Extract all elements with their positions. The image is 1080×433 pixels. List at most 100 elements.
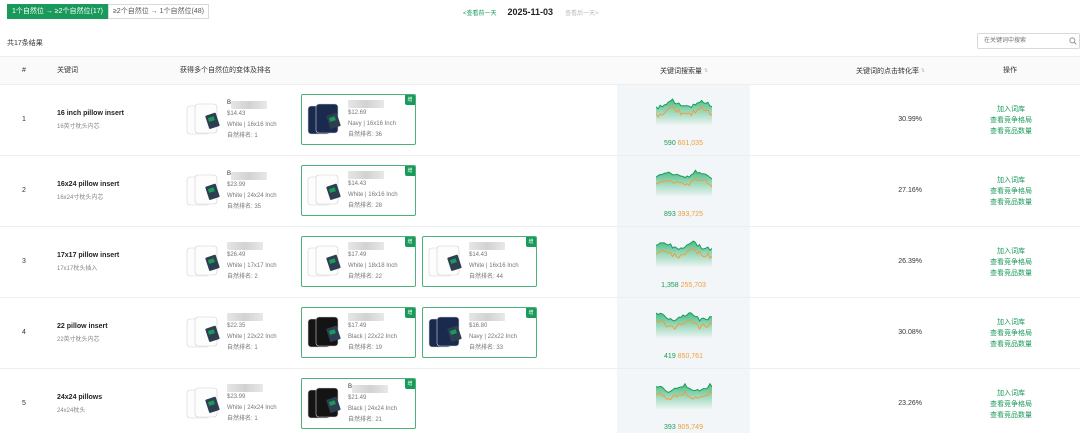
variant-card[interactable]: 增 $14.43 White | 16x16 Inch 自然排名: 28: [301, 165, 416, 216]
variant-spec: White | 16x16 Inch: [348, 192, 398, 198]
variant-name[interactable]: [348, 98, 396, 108]
variant-rank: 自然排名: 2: [227, 274, 258, 280]
volume-area: [656, 312, 712, 339]
product-thumbnail[interactable]: [185, 244, 225, 281]
variant-card[interactable]: 增 $17.49 Black | 22x22 Inch 自然排名: 19: [301, 307, 416, 358]
variant-name[interactable]: [469, 311, 517, 321]
product-thumbnail[interactable]: [306, 386, 346, 423]
blurred-product-name: [227, 242, 263, 250]
variant-spec: White | 16x16 Inch: [227, 122, 277, 128]
sort-icon[interactable]: ⇅: [704, 57, 708, 85]
variant-name[interactable]: [348, 240, 398, 250]
variant-name[interactable]: B: [227, 169, 277, 180]
keyword-cell: 16x24 pillow insert 16x24寸枕头内芯: [57, 181, 119, 201]
product-thumbnail[interactable]: [185, 102, 225, 139]
variant-card[interactable]: $26.49 White | 17x17 Inch 自然排名: 2: [180, 236, 295, 287]
variant-rank: 自然排名: 44: [469, 274, 504, 280]
variant-card[interactable]: B $23.99 White | 24x24 Inch 自然排名: 35: [180, 165, 295, 216]
blurred-product-name: [231, 100, 268, 109]
next-day-link[interactable]: 查看后一天>: [565, 8, 599, 17]
ctr-value: 23.26%: [898, 400, 922, 407]
product-thumbnail[interactable]: [427, 244, 467, 281]
variant-name[interactable]: [227, 240, 277, 250]
header-ctr[interactable]: 关键词的点击转化率 ⇅: [856, 57, 925, 85]
tab-many-to-one[interactable]: ≥2个自然位 → 1个自然位(48): [107, 4, 209, 19]
variant-name[interactable]: [469, 240, 519, 250]
variant-name[interactable]: B: [227, 98, 277, 109]
blurred-product-name: [469, 242, 505, 250]
header-search-volume[interactable]: 关键词搜索量 ⇅: [660, 57, 708, 85]
view-competition-link[interactable]: 查看竞争格局: [960, 399, 1062, 410]
search-volume-sparkline: [656, 98, 712, 126]
tab-one-to-many[interactable]: 1个自然位 → ≥2个自然位(17): [7, 4, 108, 19]
increase-badge: 增: [405, 379, 415, 389]
header-keyword: 关键词: [57, 67, 78, 74]
view-competitor-count-link[interactable]: 查看竞品数量: [960, 197, 1062, 208]
variant-price: $14.43: [227, 111, 246, 117]
row-index: 2: [22, 187, 26, 194]
variant-info: $26.49 White | 17x17 Inch 自然排名: 2: [227, 240, 277, 283]
variant-name[interactable]: [348, 169, 398, 179]
sort-icon[interactable]: ⇅: [921, 57, 925, 85]
row-actions: 加入词库 查看竞争格局 查看竞品数量: [960, 175, 1062, 208]
product-thumbnail[interactable]: [427, 315, 467, 352]
add-to-library-link[interactable]: 加入词库: [960, 317, 1062, 328]
view-competition-link[interactable]: 查看竞争格局: [960, 328, 1062, 339]
variant-name[interactable]: [227, 382, 277, 392]
view-competitor-count-link[interactable]: 查看竞品数量: [960, 268, 1062, 279]
blurred-product-name: [231, 171, 268, 180]
search-volume-sparkline: [656, 312, 712, 339]
view-competition-link[interactable]: 查看竞争格局: [960, 186, 1062, 197]
search-icon[interactable]: [1069, 37, 1077, 45]
variant-info: $17.49 White | 18x18 Inch 自然排名: 22: [348, 240, 398, 283]
ctr-value: 27.16%: [898, 187, 922, 194]
product-thumbnail[interactable]: [306, 244, 346, 281]
search-volume-values: 393 905,749: [617, 424, 750, 431]
current-date: 2025-11-03: [507, 7, 554, 17]
table-body: 1 16 inch pillow insert 16英寸枕头内芯 B $14.43…: [0, 85, 1080, 433]
product-thumbnail[interactable]: [306, 102, 346, 139]
variant-card[interactable]: B $14.43 White | 16x16 Inch 自然排名: 1: [180, 94, 295, 145]
variant-card[interactable]: 增 $17.49 White | 18x18 Inch 自然排名: 22: [301, 236, 416, 287]
variant-card[interactable]: $23.99 White | 24x24 Inch 自然排名: 1: [180, 378, 295, 429]
variant-rank: 自然排名: 36: [348, 132, 383, 138]
keyword-text: 17x17 pillow insert: [57, 252, 120, 259]
header-variants: 获得多个自然位的变体及排名: [180, 67, 271, 74]
view-competition-link[interactable]: 查看竞争格局: [960, 115, 1062, 126]
row-index: 5: [22, 400, 26, 407]
product-thumbnail[interactable]: [306, 315, 346, 352]
add-to-library-link[interactable]: 加入词库: [960, 246, 1062, 257]
variant-spec: White | 24x24 Inch: [227, 193, 277, 199]
increase-badge: 增: [405, 166, 415, 176]
add-to-library-link[interactable]: 加入词库: [960, 175, 1062, 186]
variant-price: $17.49: [348, 252, 367, 258]
variant-name[interactable]: B: [348, 382, 397, 393]
variant-card[interactable]: $22.35 White | 22x22 Inch 自然排名: 1: [180, 307, 295, 358]
variant-name[interactable]: [227, 311, 277, 321]
view-competition-link[interactable]: 查看竞争格局: [960, 257, 1062, 268]
product-thumbnail[interactable]: [185, 315, 225, 352]
product-thumbnail[interactable]: [185, 386, 225, 423]
add-to-library-link[interactable]: 加入词库: [960, 388, 1062, 399]
keyword-translation: 24x24枕头: [57, 408, 86, 414]
product-thumbnail[interactable]: [185, 173, 225, 210]
keyword-search-input[interactable]: [977, 33, 1080, 49]
keyword-cell: 16 inch pillow insert 16英寸枕头内芯: [57, 110, 124, 130]
variant-rank: 自然排名: 35: [227, 204, 262, 210]
variant-name[interactable]: [348, 311, 397, 321]
product-thumbnail[interactable]: [306, 173, 346, 210]
prev-day-link[interactable]: <查看前一天: [463, 8, 497, 17]
variant-card[interactable]: 增 $14.43 White | 16x16 Inch 自然排名: 44: [422, 236, 537, 287]
blurred-product-name: [348, 313, 384, 321]
header-ops: 操作: [1003, 67, 1017, 74]
row-index: 4: [22, 329, 26, 336]
variant-card[interactable]: 增 $12.69 Navy | 16x16 Inch 自然排名: 36: [301, 94, 416, 145]
view-competitor-count-link[interactable]: 查看竞品数量: [960, 410, 1062, 421]
view-competitor-count-link[interactable]: 查看竞品数量: [960, 126, 1062, 137]
view-competitor-count-link[interactable]: 查看竞品数量: [960, 339, 1062, 350]
variant-card[interactable]: 增 $16.80 Navy | 22x22 Inch 自然排名: 33: [422, 307, 537, 358]
variant-spec: White | 16x16 Inch: [469, 263, 519, 269]
add-to-library-link[interactable]: 加入词库: [960, 104, 1062, 115]
keyword-cell: 24x24 pillows 24x24枕头: [57, 394, 102, 414]
variant-card[interactable]: 增 B $21.49 Black | 24x24 Inch 自然排名: 21: [301, 378, 416, 429]
